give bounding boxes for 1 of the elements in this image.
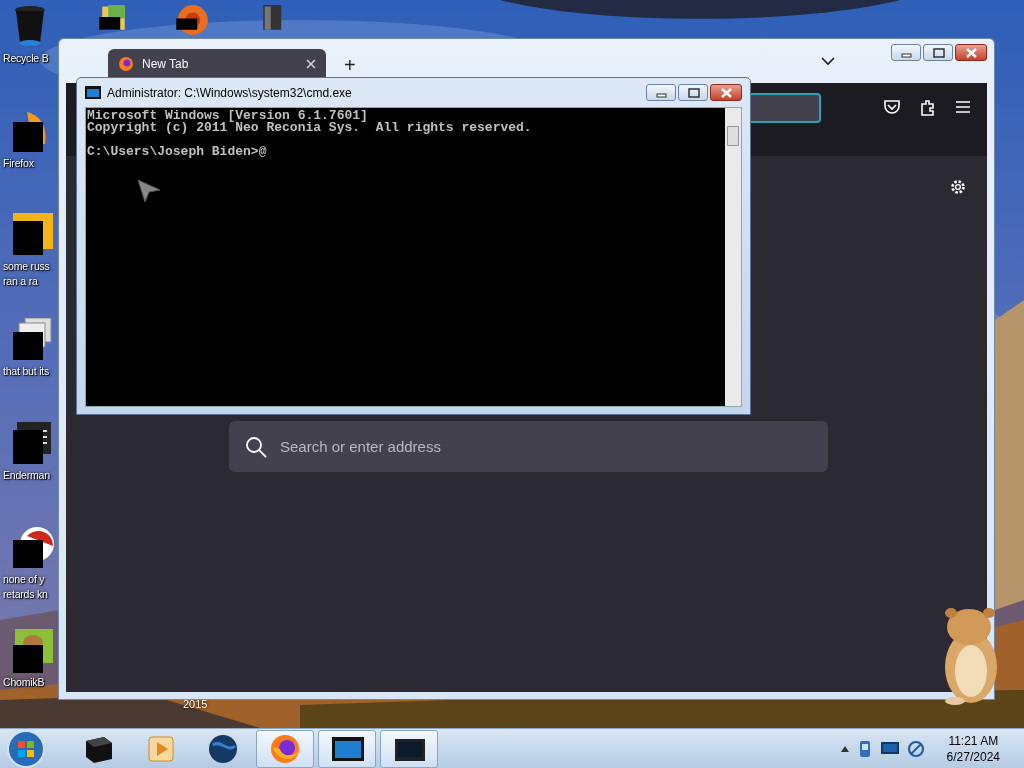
clock[interactable]: 11:21 AM 6/27/2024: [946, 732, 1000, 765]
